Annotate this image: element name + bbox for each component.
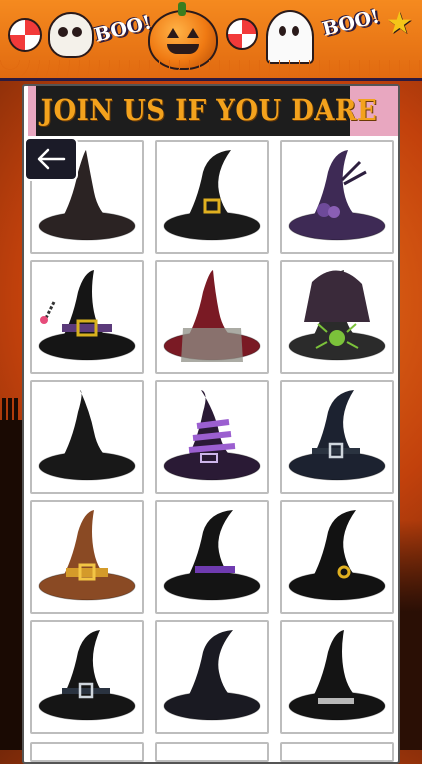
star-icon: ★ [386,6,413,41]
panel-header: JOIN US IF YOU DARE [28,86,398,136]
hat-cell[interactable] [155,260,269,374]
hat-cell[interactable] [30,500,144,614]
hat-cell[interactable] [30,742,144,762]
hat-grid [30,140,394,734]
next-row-partial [30,742,394,762]
hat-cell[interactable] [155,500,269,614]
hat-cell[interactable] [30,380,144,494]
hat-cell[interactable] [155,742,269,762]
candy-corn-icon [8,18,42,52]
hat-cell[interactable] [155,380,269,494]
boo-text-left: BOO! [92,11,154,47]
back-button[interactable] [24,137,78,181]
hat-cell[interactable] [280,620,394,734]
haunted-castle-silhouette [0,398,24,750]
hat-cell[interactable] [280,380,394,494]
tree-silhouette [398,520,422,750]
hat-cell[interactable] [280,500,394,614]
arrow-left-icon [37,148,66,170]
hat-cell[interactable] [280,742,394,762]
page-title: JOIN US IF YOU DARE [40,94,378,128]
jack-o-lantern-icon [148,2,218,70]
boo-text-right: BOO! [320,5,382,41]
ghost-icon [266,10,314,64]
hat-cell[interactable] [30,620,144,734]
hat-cell[interactable] [155,140,269,254]
halloween-banner: BOO! BOO! ★ [0,0,422,81]
hat-cell[interactable] [280,140,394,254]
hat-cell[interactable] [30,260,144,374]
skull-icon [48,12,94,58]
lollipop-icon [226,18,258,50]
hat-cell[interactable] [280,260,394,374]
hat-cell[interactable] [155,620,269,734]
